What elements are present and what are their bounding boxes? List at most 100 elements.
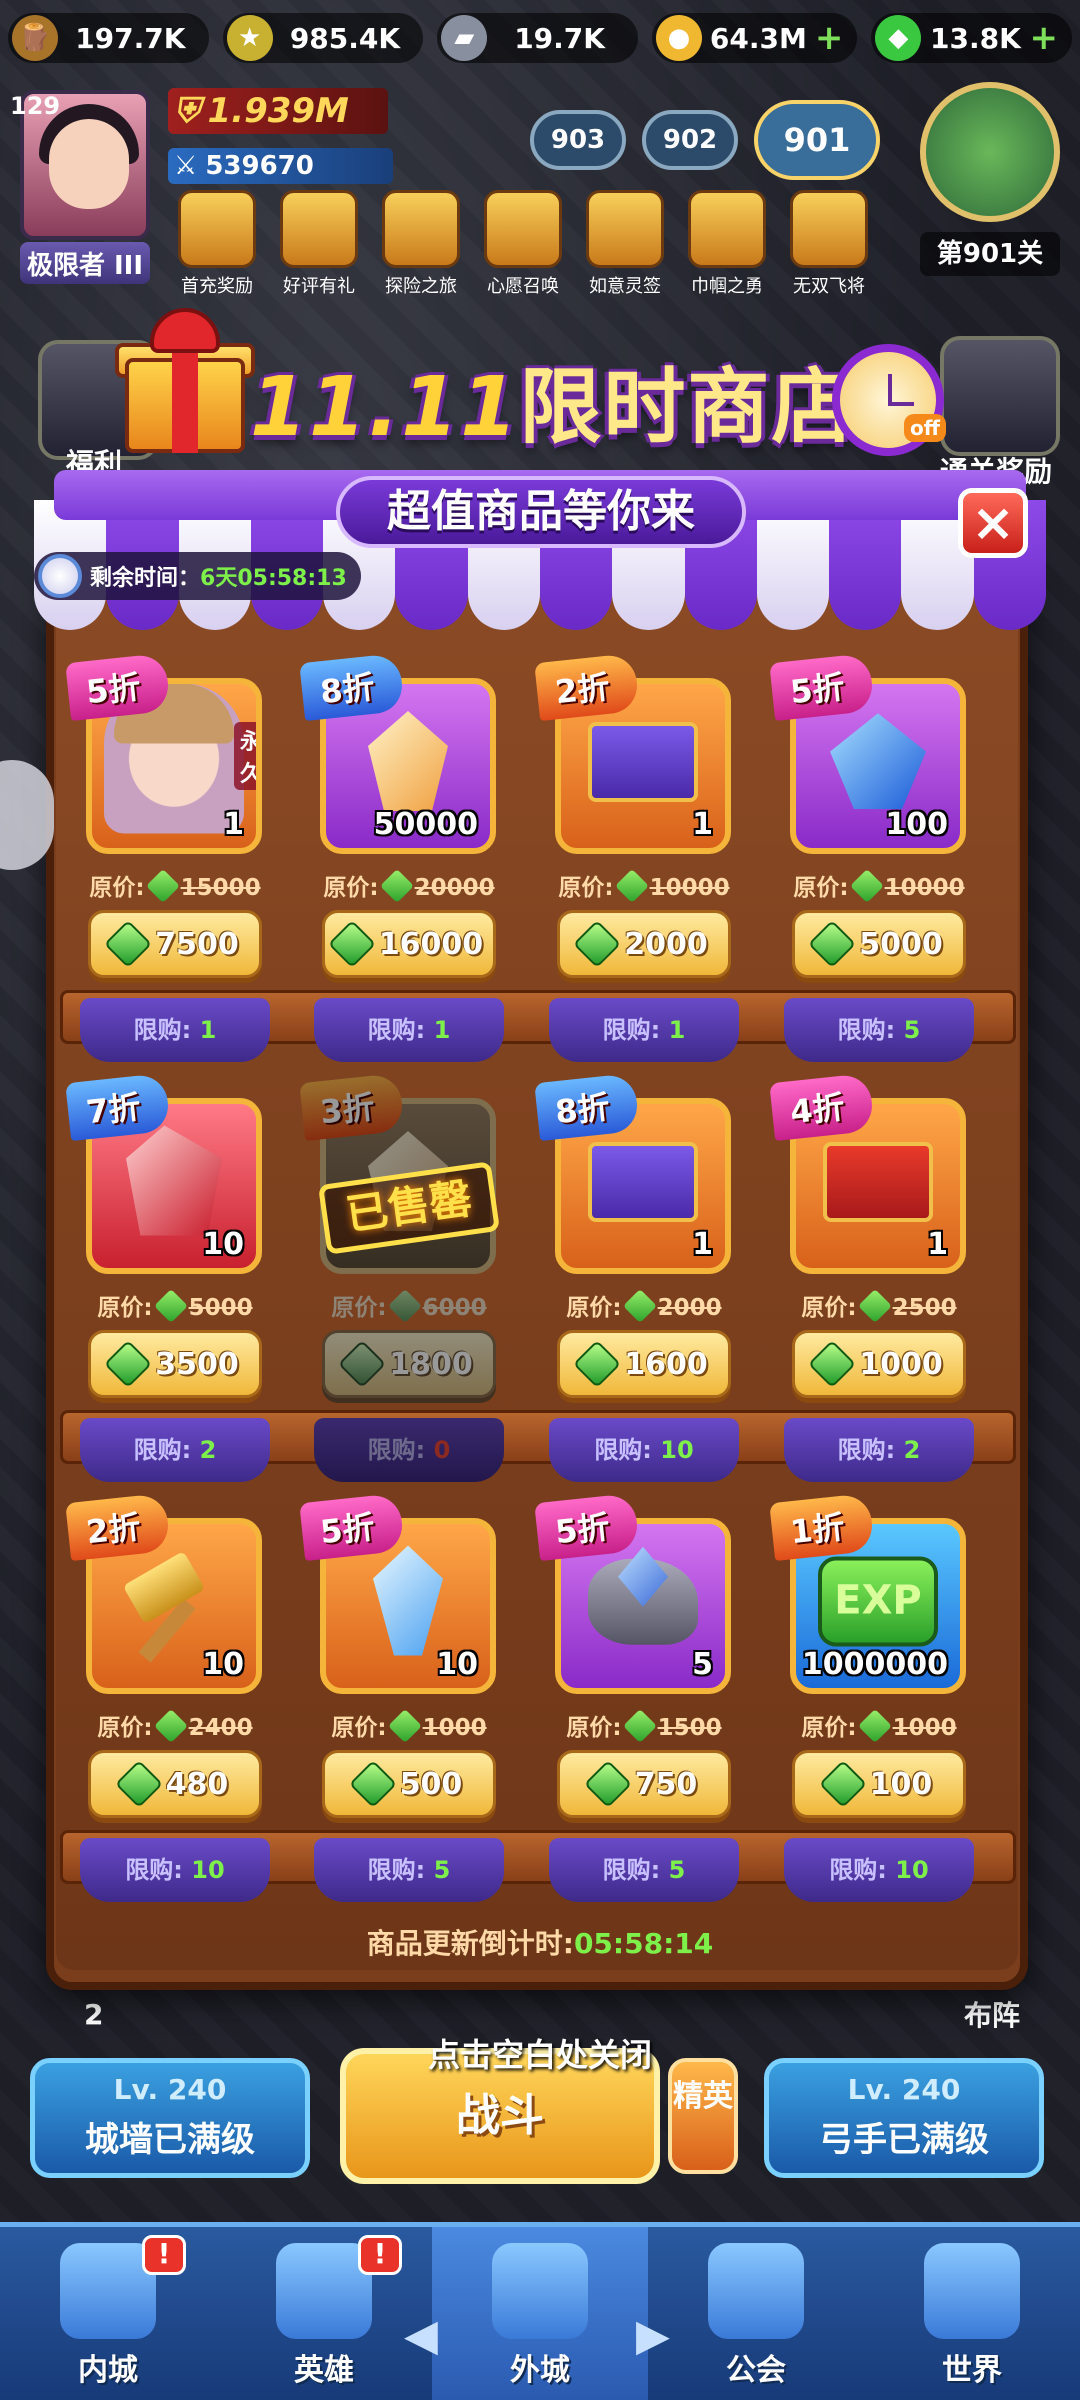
event-adventure[interactable]: 探险之旅 [374,190,468,298]
resource-medal[interactable]: ★ 985.4K [222,13,424,63]
purchase-limit: 限购: 1 [314,998,504,1062]
nav-label: 公会 [726,2353,786,2388]
limit-label: 限购: [602,1856,669,1884]
price: 1000 [859,1346,943,1382]
gem-icon [857,1289,892,1323]
limit-value: 1 [433,1016,451,1044]
plus-icon[interactable]: + [815,18,844,58]
buy-button[interactable]: 1600 [557,1330,731,1398]
limit-label: 限购: [594,1436,661,1464]
limit-value: 10 [191,1856,225,1884]
orig-value: 15000 [180,875,261,901]
event-general[interactable]: 无双飞将 [782,190,876,298]
buy-button[interactable]: 100 [792,1750,966,1818]
orig-value: 1000 [422,1715,487,1741]
resource-wood[interactable]: 🪵 197.7K [8,13,209,63]
buy-button[interactable]: 500 [322,1750,496,1818]
gem-icon [387,1289,422,1323]
orig-value: 2400 [188,1715,253,1741]
purchase-limit: 限购: 10 [784,1838,974,1902]
event-icon [688,190,766,268]
buy-button[interactable]: 1000 [792,1330,966,1398]
gem-icon [338,1339,387,1389]
ice-crystal-icon [373,1545,443,1656]
player-level: 129 [10,92,61,120]
formation-label[interactable]: 布阵 [964,1994,1020,2034]
buy-button[interactable]: 3500 [88,1330,262,1398]
nav-inner-city[interactable]: ! 内城 [0,2227,216,2400]
archer-upgrade-button[interactable]: Lv. 240 弓手已满级 [764,2058,1044,2178]
event-wish[interactable]: 心愿召唤 [476,190,570,298]
refresh-countdown: 商品更新倒计时:05:58:14 [0,1922,1080,1962]
limit-label: 限购: [125,1856,192,1884]
buy-button[interactable]: 7500 [88,910,262,978]
buy-button[interactable]: 750 [557,1750,731,1818]
nav-right-arrow-icon[interactable]: ▶ [636,2310,670,2361]
limit-value: 2 [199,1436,217,1464]
buy-button[interactable]: 5000 [792,910,966,978]
nav-heroes[interactable]: ! 英雄 [216,2227,432,2400]
timer-value: 6天05:58:13 [200,566,347,591]
gem-box-icon [588,1142,698,1222]
item-quantity: 1 [223,807,244,842]
limit-value: 10 [660,1436,694,1464]
orig-label: 原价: [323,875,379,901]
event-icon [790,190,868,268]
archer-status: 弓手已满级 [819,2120,989,2160]
price: 1800 [389,1346,473,1382]
resource-value: 13.8K [930,21,1021,55]
original-price: 原价: 2500 [772,1288,986,1323]
resource-gem[interactable]: ◆ 13.8K + [871,13,1073,63]
event-icons-row: 首充奖励 好评有礼 探险之旅 心愿召唤 如意灵签 巾帼之勇 无双飞将 [170,190,876,298]
event-review[interactable]: 好评有礼 [272,190,366,298]
gem-icon [622,1709,657,1743]
buy-button[interactable]: 16000 [322,910,496,978]
world-map-icon[interactable] [920,82,1060,222]
resource-gold[interactable]: ● 64.3M + [651,13,858,63]
gem-icon [808,1339,857,1389]
star-medal-icon: ★ [226,15,273,61]
event-heroine[interactable]: 巾帼之勇 [680,190,774,298]
clear-reward-icon[interactable] [940,336,1060,456]
original-price: 原价: 2000 [537,1288,751,1323]
limit-value: 5 [903,1016,921,1044]
item-quantity: 100 [885,807,948,842]
orig-value: 10000 [649,875,730,901]
item-quantity: 50000 [373,807,478,842]
limit-value: 0 [433,1436,451,1464]
event-label: 首充奖励 [181,276,253,297]
price: 500 [399,1766,463,1802]
green-gem-icon: ◆ [875,15,922,61]
orig-label: 原价: [331,1295,387,1321]
resource-iron[interactable]: ▰ 19.7K [437,13,638,63]
close-button[interactable]: × [958,488,1028,558]
limit-label: 限购: [367,1016,434,1044]
event-icon [586,190,664,268]
original-price: 原价: 2400 [68,1708,282,1743]
event-lottery[interactable]: 如意灵签 [578,190,672,298]
nav-outer-city[interactable]: 外城 [432,2227,648,2400]
purchase-limit: 限购: 1 [549,998,739,1062]
player-rank: 极限者 III [20,242,150,284]
shop-subtitle: 超值商品等你来 [336,476,746,548]
event-label: 无双飞将 [793,276,865,297]
archer-level: Lv. 240 [847,2073,961,2106]
nav-world[interactable]: 世界 [864,2227,1080,2400]
plus-icon[interactable]: + [1030,18,1059,58]
timer-label: 剩余时间： [90,566,201,591]
wall-upgrade-button[interactable]: Lv. 240 城墙已满级 [30,2058,310,2178]
event-label: 探险之旅 [385,276,457,297]
nav-guild[interactable]: 公会 [648,2227,864,2400]
resource-value: 197.7K [75,21,186,55]
tap-to-close-hint[interactable]: 点击空白处关闭 [0,2030,1080,2076]
buy-button[interactable]: 480 [88,1750,262,1818]
purchase-limit: 限购: 10 [549,1418,739,1482]
price: 480 [165,1766,229,1802]
event-first-recharge[interactable]: 首充奖励 [170,190,264,298]
alarm-clock-icon: off [832,344,946,456]
nav-left-arrow-icon[interactable]: ◀ [404,2310,438,2361]
stage-current: 901 [754,100,880,180]
stage-progress: 903 902 901 [530,100,880,180]
buy-button[interactable]: 2000 [557,910,731,978]
gem-icon [114,1759,163,1809]
